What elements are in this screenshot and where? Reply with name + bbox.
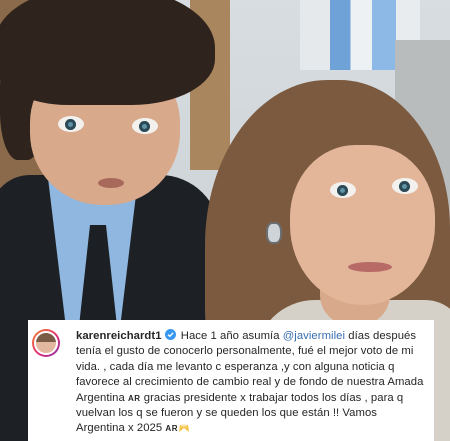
man-eye — [132, 118, 158, 134]
mention-link[interactable]: @javiermilei — [283, 330, 345, 342]
caption-text: karenreichardt1 Hace 1 año asumía @javie… — [76, 329, 426, 437]
flag-code: AR — [165, 424, 178, 434]
avatar-image — [34, 331, 58, 355]
caption-segment: Hace 1 año asumía — [180, 330, 280, 342]
woman-mouth — [348, 262, 392, 272]
flag-code: AR — [128, 393, 141, 403]
username-link[interactable]: karenreichardt1 — [76, 330, 162, 342]
man-eye — [58, 116, 84, 132]
caption-card: karenreichardt1 Hace 1 año asumía @javie… — [28, 320, 434, 441]
woman-eye — [392, 178, 418, 194]
man-hair — [0, 0, 215, 105]
woman-face — [290, 145, 435, 305]
man-mouth — [98, 178, 124, 188]
verified-badge-icon — [164, 329, 176, 340]
raising-hands-icon — [178, 423, 189, 433]
earring — [266, 222, 282, 244]
woman-eye — [330, 182, 356, 198]
caption-segment: gracias presidente x trabajar todos los … — [76, 391, 404, 435]
avatar[interactable] — [32, 329, 60, 357]
